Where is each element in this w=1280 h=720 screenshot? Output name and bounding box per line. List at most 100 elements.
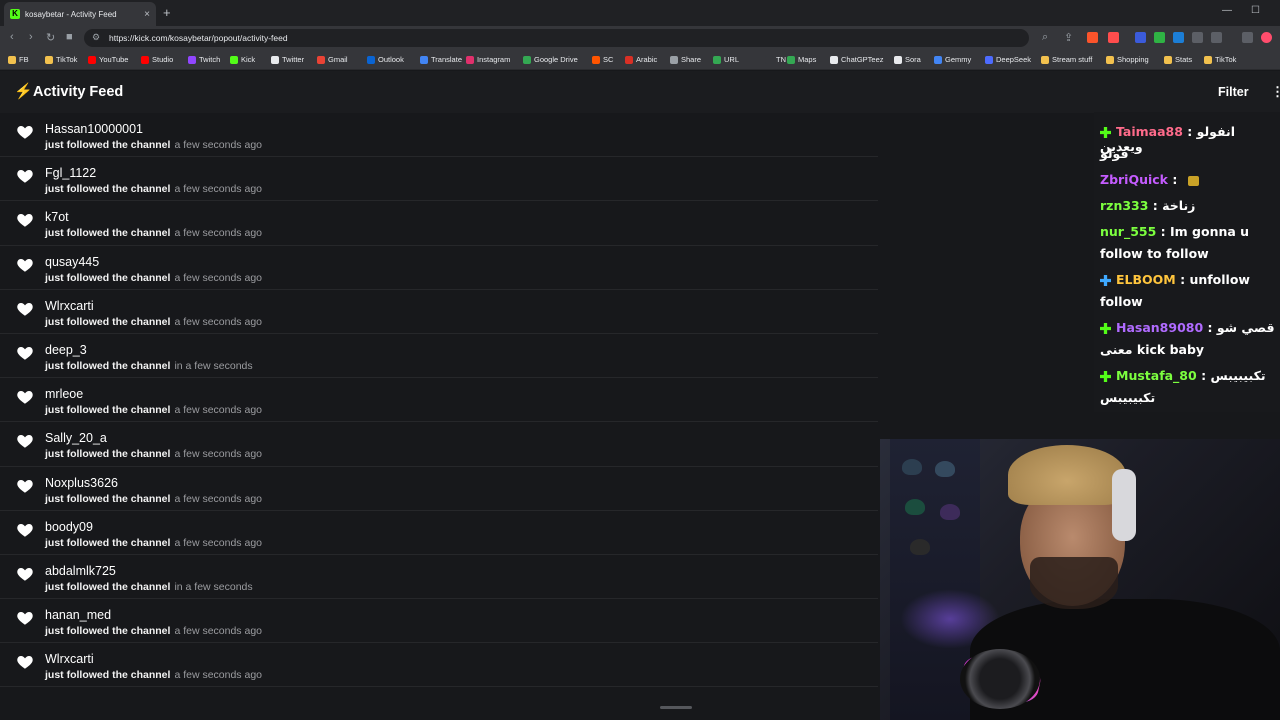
bookmark-item[interactable]: Translate <box>420 55 462 64</box>
chat-username[interactable]: Mustafa_80 <box>1116 368 1197 383</box>
chat-username[interactable]: nur_555 <box>1100 224 1156 239</box>
activity-time: a few seconds ago <box>174 669 262 682</box>
extension-icon[interactable] <box>1173 32 1184 43</box>
follower-username[interactable]: Wlrxcarti <box>45 299 94 313</box>
person-beard <box>1030 557 1118 609</box>
activity-time: a few seconds ago <box>174 139 262 151</box>
bookmark-icon[interactable]: ■ <box>66 31 73 43</box>
maximize-icon[interactable]: ☐ <box>1251 5 1260 16</box>
activity-row: Noxplus3626 just followed the channel a fe… <box>0 467 878 511</box>
activity-description: just followed the channel a few seconds a… <box>45 183 262 195</box>
zoom-icon[interactable]: ⌕ <box>1042 31 1048 44</box>
bookmark-icon <box>45 55 53 64</box>
bookmark-item[interactable]: Share <box>670 55 701 64</box>
bookmark-item[interactable]: Gmail <box>317 55 348 64</box>
chat-username[interactable]: ZbriQuick <box>1100 172 1168 187</box>
follower-username[interactable]: Wlrxcarti <box>45 652 94 666</box>
brave-shield-icon[interactable] <box>1087 32 1098 43</box>
bookmark-item[interactable]: FB <box>8 55 29 64</box>
rewards-icon[interactable] <box>1108 32 1119 43</box>
bookmark-item[interactable]: Twitter <box>271 55 304 64</box>
follower-username[interactable]: qusay445 <box>45 255 99 269</box>
bookmark-item[interactable]: Sora <box>894 55 921 64</box>
follower-username[interactable]: Hassan10000001 <box>45 122 143 136</box>
page-title: Activity Feed <box>33 84 124 100</box>
extension-icon[interactable] <box>1154 32 1165 43</box>
heart-icon <box>16 521 34 539</box>
site-info-icon[interactable]: ⚙ <box>92 32 100 43</box>
bookmark-icon <box>713 55 721 64</box>
media-icon[interactable] <box>1242 32 1253 43</box>
sidebar-icon[interactable] <box>1211 32 1222 43</box>
bookmark-item[interactable]: TikTok <box>45 55 77 64</box>
follower-username[interactable]: Noxplus3626 <box>45 476 118 490</box>
share-icon[interactable]: ⇪ <box>1064 31 1073 44</box>
tab-close-icon[interactable]: × <box>144 9 150 20</box>
bookmark-item[interactable]: Studio <box>141 55 173 64</box>
back-icon[interactable]: ‹ <box>10 31 14 43</box>
follower-username[interactable]: abdalmlk725 <box>45 564 116 578</box>
bookmark-item[interactable]: Twitch <box>188 55 220 64</box>
bookmark-item[interactable]: Gemmy <box>934 55 971 64</box>
bookmark-item[interactable]: Google Drive <box>523 55 578 64</box>
bookmark-label: TikTok <box>1215 55 1237 64</box>
heart-icon <box>16 653 34 671</box>
minimize-icon[interactable]: — <box>1222 5 1232 16</box>
bookmark-item[interactable]: TikTok <box>1204 55 1236 64</box>
chat-text: : unfollow <box>1180 272 1250 287</box>
activity-row: mrleoe just followed the channel a few sec… <box>0 378 878 423</box>
scrollbar-thumb[interactable] <box>660 706 692 709</box>
bookmark-item[interactable]: Maps <box>787 55 816 64</box>
url-field[interactable]: ⚙ https://kick.com/kosaybetar/popout/act… <box>84 29 1029 47</box>
sub-badge-icon <box>1100 275 1111 286</box>
new-tab-button[interactable]: + <box>163 5 171 20</box>
bookmark-icon <box>765 55 773 64</box>
puzzle-icon[interactable] <box>1192 32 1203 43</box>
bookmark-item[interactable]: Instagram <box>466 55 510 64</box>
bookmark-item[interactable]: DeepSeek <box>985 55 1031 64</box>
filter-button[interactable]: Filter <box>1218 85 1249 99</box>
bookmark-label: Arabic <box>636 55 658 64</box>
bookmark-icon <box>592 55 600 64</box>
bookmark-item[interactable]: Shopping <box>1106 55 1149 64</box>
follower-username[interactable]: hanan_med <box>45 608 111 622</box>
bookmark-icon <box>1164 55 1172 64</box>
activity-row: Wlrxcarti just followed the channel a few … <box>0 290 878 334</box>
bookmark-item[interactable]: URL <box>713 55 739 64</box>
bookmark-item[interactable]: Stats <box>1164 55 1192 64</box>
activity-row: k7ot just followed the channel a few secon… <box>0 201 878 246</box>
activity-row: abdalmlk725 just followed the channel in a… <box>0 555 878 600</box>
bookmark-label: Studio <box>152 55 174 64</box>
chat-username[interactable]: rzn333 <box>1100 198 1148 213</box>
chat-username[interactable]: Hasan89080 <box>1116 320 1203 335</box>
follower-username[interactable]: Fgl_1122 <box>45 166 96 180</box>
bookmark-item[interactable]: YouTube <box>88 55 128 64</box>
bookmark-label: Twitch <box>199 55 221 64</box>
heart-icon <box>16 432 34 450</box>
bookmark-item[interactable]: TN <box>765 55 786 64</box>
browser-tab[interactable]: K kosaybetar - Activity Feed × <box>4 2 156 26</box>
bookmark-item[interactable]: SC <box>592 55 613 64</box>
reload-icon[interactable]: ↻ <box>46 31 55 44</box>
forward-icon[interactable]: › <box>29 31 33 43</box>
activity-time: in a few seconds <box>174 580 253 593</box>
bookmark-item[interactable]: Arabic <box>625 55 657 64</box>
follower-username[interactable]: Sally_20_a <box>45 431 107 445</box>
chat-username[interactable]: Taimaa88 <box>1116 124 1183 139</box>
follower-username[interactable]: mrleoe <box>45 387 83 401</box>
extension-icon[interactable] <box>1135 32 1146 43</box>
bookmark-item[interactable]: Outlook <box>367 55 404 64</box>
follower-username[interactable]: boody09 <box>45 520 93 534</box>
profile-icon[interactable] <box>1261 32 1272 43</box>
follower-username[interactable]: deep_3 <box>45 343 87 357</box>
activity-row: boody09 just followed the channel a few se… <box>0 511 878 555</box>
bookmark-icon <box>8 55 16 64</box>
bookmark-item[interactable]: Stream stuff <box>1041 55 1092 64</box>
bookmark-item[interactable]: Kick <box>230 55 255 64</box>
more-options-icon[interactable]: ⋮ <box>1271 84 1280 100</box>
chat-username[interactable]: ELBOOM <box>1116 272 1176 287</box>
follower-username[interactable]: k7ot <box>45 210 69 224</box>
chat-message: ELBOOM : unfollow <box>1100 272 1250 287</box>
heart-icon <box>16 256 34 274</box>
bookmark-item[interactable]: ChatGPTeez <box>830 55 884 64</box>
